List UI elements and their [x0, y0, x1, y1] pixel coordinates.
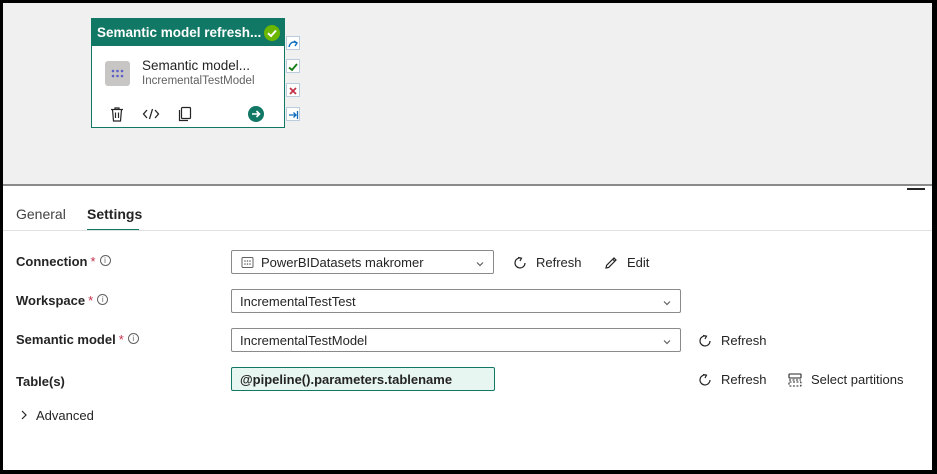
semantic-model-value: IncrementalTestModel [240, 333, 368, 348]
skip-port-icon[interactable] [286, 36, 300, 50]
semantic-model-label-text: Semantic model [16, 332, 116, 347]
refresh-icon [699, 373, 711, 386]
info-icon[interactable]: i [127, 333, 139, 344]
tab-general[interactable]: General [16, 206, 66, 222]
tables-label: Table(s) [16, 374, 65, 389]
activity-subtitle: IncrementalTestModel [142, 75, 255, 87]
workspace-label-text: Workspace [16, 293, 86, 308]
success-port-icon[interactable] [286, 59, 300, 73]
info-icon[interactable]: i [97, 294, 109, 305]
workspace-label: Workspace * i [16, 293, 109, 308]
tables-input[interactable]: @pipeline().parameters.tablename [231, 367, 495, 391]
advanced-label: Advanced [36, 408, 94, 423]
advanced-expander[interactable]: Advanced [18, 408, 94, 423]
tables-value: @pipeline().parameters.tablename [240, 372, 453, 387]
chevron-down-icon [662, 335, 672, 350]
select-partitions-label: Select partitions [811, 372, 904, 387]
activity-title: Semantic model... [142, 58, 251, 73]
chevron-right-icon [21, 410, 27, 420]
partitions-icon [788, 373, 802, 387]
semantic-model-refresh-button[interactable]: Refresh [697, 333, 767, 349]
dataset-icon [241, 256, 254, 272]
pipeline-canvas[interactable]: Semantic model refresh... Semantic model… [3, 3, 932, 184]
minimize-icon[interactable] [907, 188, 925, 190]
edit-label: Edit [627, 255, 650, 270]
completion-port-icon[interactable] [286, 107, 300, 121]
panel-splitter[interactable] [3, 184, 932, 186]
required-marker: * [88, 293, 94, 308]
info-icon[interactable]: i [99, 255, 111, 266]
edit-icon [605, 257, 617, 269]
success-check-icon [264, 25, 280, 41]
connection-label: Connection * i [16, 254, 111, 269]
required-marker: * [118, 332, 124, 347]
connection-label-text: Connection [16, 254, 88, 269]
semantic-model-icon [105, 61, 130, 86]
connection-edit-button[interactable]: Edit [603, 255, 649, 271]
tabs-divider [3, 230, 932, 231]
refresh-icon [514, 256, 526, 269]
copy-icon[interactable] [176, 105, 194, 123]
chevron-down-icon [475, 257, 485, 272]
go-icon[interactable] [247, 105, 265, 123]
workspace-value: IncrementalTestTest [240, 294, 356, 309]
fail-port-icon[interactable] [286, 83, 300, 97]
refresh-label: Refresh [721, 372, 767, 387]
semantic-model-label: Semantic model * i [16, 332, 139, 347]
activity-header: Semantic model refresh... [92, 19, 284, 46]
semantic-model-dropdown[interactable]: IncrementalTestModel [231, 328, 681, 352]
delete-icon[interactable] [108, 105, 126, 123]
refresh-icon [699, 334, 711, 347]
refresh-label: Refresh [536, 255, 582, 270]
semantic-model-refresh-activity[interactable]: Semantic model refresh... Semantic model… [91, 18, 285, 128]
tables-refresh-button[interactable]: Refresh [697, 372, 767, 388]
tab-settings[interactable]: Settings [87, 206, 142, 222]
select-partitions-button[interactable]: Select partitions [787, 372, 904, 388]
connection-dropdown[interactable]: PowerBIDatasets makromer [231, 250, 494, 274]
pipeline-editor: Semantic model refresh... Semantic model… [3, 3, 932, 470]
connection-refresh-button[interactable]: Refresh [512, 255, 582, 271]
required-marker: * [90, 254, 96, 269]
connection-value: PowerBIDatasets makromer [261, 255, 424, 270]
workspace-dropdown[interactable]: IncrementalTestTest [231, 289, 681, 313]
refresh-label: Refresh [721, 333, 767, 348]
code-icon[interactable] [142, 105, 160, 123]
chevron-down-icon [662, 296, 672, 311]
